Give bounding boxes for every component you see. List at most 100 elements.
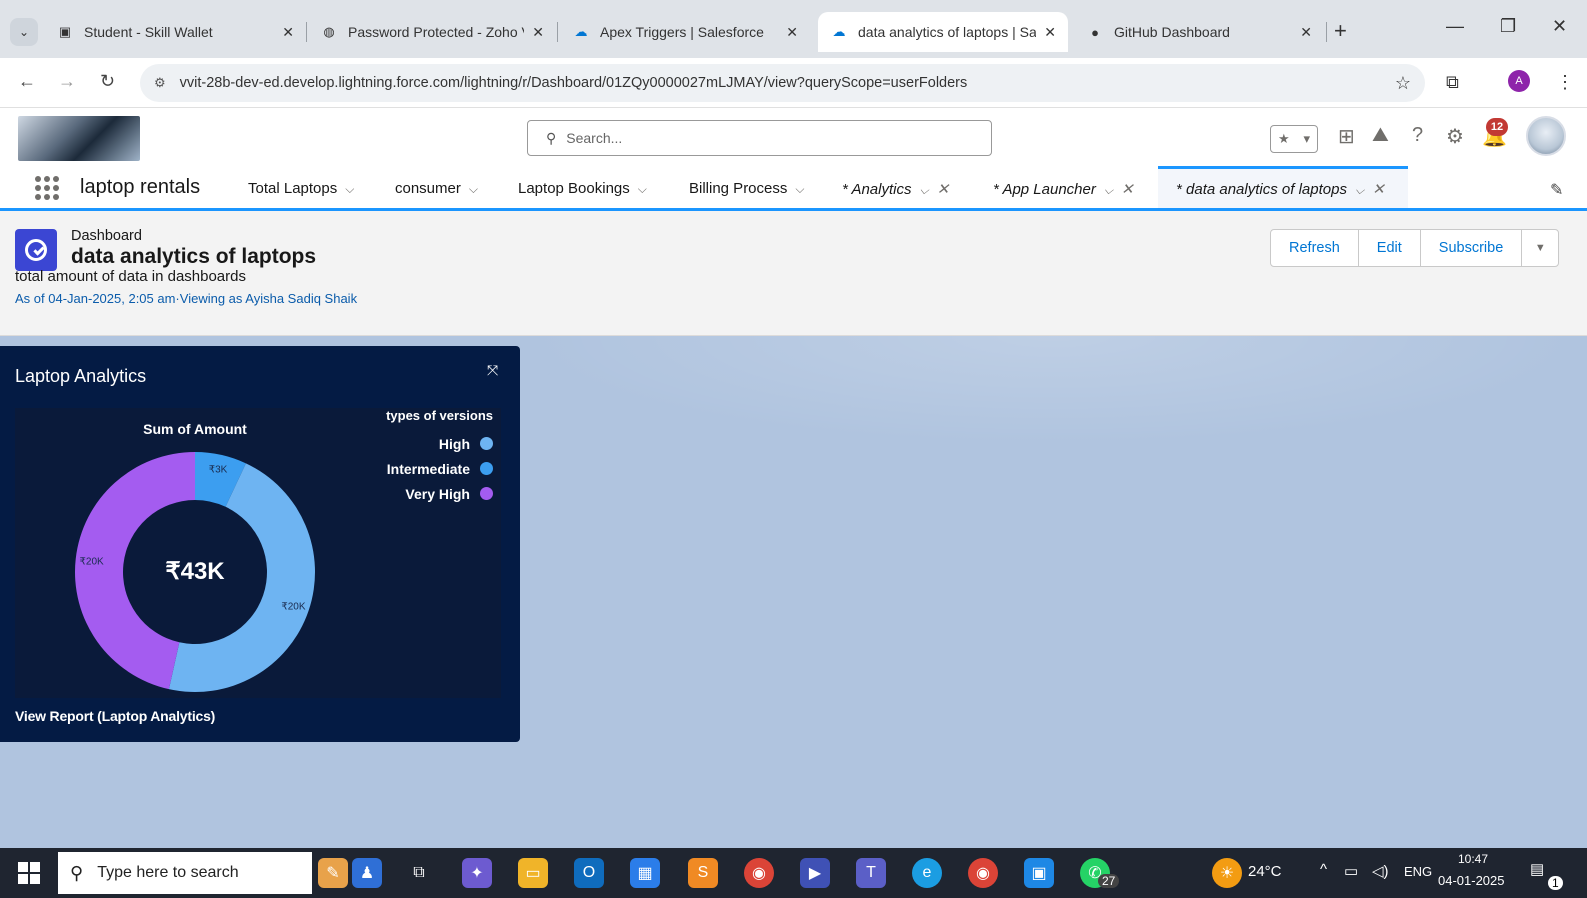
whatsapp-unread-badge: 27	[1098, 874, 1120, 888]
new-tab-plus-icon[interactable]: +	[1334, 18, 1347, 44]
browser-tab-zoho[interactable]: ◍ Password Protected - Zoho V ✕	[308, 12, 556, 52]
chevron-down-icon[interactable]: ⌵	[795, 182, 804, 196]
global-search-box[interactable]: ⚲ Search...	[527, 120, 992, 156]
volume-icon[interactable]: ◁)	[1372, 862, 1389, 880]
media-player-icon[interactable]: ▶	[800, 858, 830, 888]
more-actions-dropdown[interactable]: ▼	[1522, 230, 1558, 266]
nav-item-consumer[interactable]: consumer ⌵	[395, 180, 478, 197]
minimize-window-icon[interactable]: —	[1446, 16, 1464, 37]
dashboard-action-buttons: Refresh Edit Subscribe ▼	[1270, 229, 1560, 267]
org-logo[interactable]	[18, 116, 140, 161]
close-tab-icon[interactable]: ✕	[786, 24, 798, 41]
legend-item-intermediate[interactable]: Intermediate	[386, 456, 493, 481]
forward-arrow-icon[interactable]: →	[58, 71, 76, 92]
browser-tab-skill-wallet[interactable]: ▣ Student - Skill Wallet ✕	[44, 12, 306, 52]
close-tab-icon[interactable]: ✕	[1372, 181, 1385, 198]
chevron-down-icon: ⌄	[18, 25, 30, 39]
nav-item-analytics[interactable]: * Analytics ⌵ ✕	[842, 180, 949, 198]
favorites-star-icon[interactable]: ★	[1278, 131, 1290, 147]
app-navigation-bar: laptop rentals Total Laptops ⌵ consumer ⌵ …	[0, 166, 1587, 211]
chrome-icon[interactable]: ◉	[744, 858, 774, 888]
weather-temperature[interactable]: 24°C	[1248, 863, 1282, 880]
chart-legend: types of versions High Intermediate Very…	[386, 408, 493, 506]
edit-button[interactable]: Edit	[1359, 230, 1421, 266]
browser-tab-apex-triggers[interactable]: ☁ Apex Triggers | Salesforce ✕	[560, 12, 810, 52]
user-avatar[interactable]	[1526, 116, 1566, 156]
task-view-icon[interactable]: ⧉	[404, 858, 434, 888]
back-arrow-icon[interactable]: ←	[18, 71, 36, 92]
nav-item-data-analytics-of-laptops[interactable]: * data analytics of laptops ⌵ ✕	[1176, 180, 1385, 198]
taskbar-clock-time[interactable]: 10:47	[1458, 852, 1488, 866]
widget-art-icon[interactable]: ✎	[318, 858, 348, 888]
microsoft-store-icon[interactable]: ▦	[630, 858, 660, 888]
nav-item-billing-process[interactable]: Billing Process ⌵	[689, 180, 804, 197]
dashboard-kicker: Dashboard	[71, 228, 142, 244]
browser-tab-github[interactable]: ● GitHub Dashboard ✕	[1074, 12, 1324, 52]
chevron-down-icon[interactable]: ⌵	[345, 182, 354, 196]
windows-start-icon[interactable]	[18, 862, 40, 884]
nav-item-total-laptops[interactable]: Total Laptops ⌵	[248, 180, 354, 197]
close-tab-icon[interactable]: ✕	[1300, 24, 1312, 41]
network-icon[interactable]: ▭	[1344, 862, 1358, 880]
browser-menu-icon[interactable]: ⋮	[1556, 72, 1574, 93]
help-question-icon[interactable]: ?	[1412, 124, 1423, 147]
app-name: laptop rentals	[80, 176, 201, 198]
close-tab-icon[interactable]: ✕	[937, 181, 950, 198]
legend-item-high[interactable]: High	[386, 431, 493, 456]
donut-center-total: ₹43K	[165, 558, 225, 585]
sublime-text-icon[interactable]: S	[688, 858, 718, 888]
teams-icon[interactable]: T	[856, 858, 886, 888]
bookmark-star-icon[interactable]: ☆	[1395, 73, 1411, 94]
screen-app-icon[interactable]: ▣	[1024, 858, 1054, 888]
copilot-figure-icon[interactable]: ♟	[352, 858, 382, 888]
nav-item-app-launcher[interactable]: * App Launcher ⌵ ✕	[993, 180, 1134, 198]
chevron-down-icon[interactable]: ⌵	[469, 182, 478, 196]
chevron-down-icon[interactable]: ⌵	[638, 182, 647, 196]
browser-tab-data-analytics[interactable]: ☁ data analytics of laptops | Sa ✕	[818, 12, 1068, 52]
chevron-down-icon[interactable]: ⌵	[1355, 183, 1364, 197]
file-explorer-icon[interactable]: ▭	[518, 858, 548, 888]
view-report-link[interactable]: View Report (Laptop Analytics)	[15, 708, 215, 724]
close-tab-icon[interactable]: ✕	[282, 24, 294, 41]
notification-center-icon[interactable]: ▤	[1530, 860, 1544, 878]
app-launcher-waffle-icon[interactable]	[35, 176, 59, 200]
show-hidden-icons-chevron-icon[interactable]: ^	[1320, 861, 1327, 878]
browser-profile-avatar[interactable]: A	[1508, 70, 1530, 92]
dashboard-canvas: Laptop Analytics ⤧ Sum of Amount ₹43K ₹3…	[0, 336, 1587, 848]
expand-widget-icon[interactable]: ⤧	[487, 362, 498, 379]
edit-nav-pencil-icon[interactable]: ✎	[1550, 180, 1563, 200]
chevron-down-icon[interactable]: ⌵	[1104, 183, 1113, 197]
taskbar-clock-date[interactable]: 04-01-2025	[1438, 873, 1505, 888]
taskbar-search-box[interactable]: ⚲ Type here to search	[58, 852, 312, 894]
edge-icon[interactable]: e	[912, 858, 942, 888]
favorites-dropdown-icon[interactable]: ▾	[1304, 131, 1311, 147]
address-bar[interactable]: ⚙ vvit-28b-dev-ed.develop.lightning.forc…	[140, 64, 1425, 102]
extensions-puzzle-icon[interactable]: ⧉	[1446, 72, 1459, 93]
chrome-profile-icon[interactable]: ◉	[968, 858, 998, 888]
close-tab-icon[interactable]: ✕	[532, 24, 544, 41]
skillwallet-icon: ▣	[58, 24, 72, 39]
copilot-icon[interactable]: ✦	[462, 858, 492, 888]
dashboard-refresh-meta[interactable]: As of 04-Jan-2025, 2:05 am·Viewing as Ay…	[15, 291, 357, 306]
setup-gear-icon[interactable]: ⚙	[1446, 124, 1464, 149]
close-tab-icon[interactable]: ✕	[1044, 24, 1056, 41]
close-window-icon[interactable]: ✕	[1552, 16, 1567, 37]
close-tab-icon[interactable]: ✕	[1121, 181, 1134, 198]
subscribe-button[interactable]: Subscribe	[1421, 230, 1523, 266]
legend-item-very-high[interactable]: Very High	[386, 481, 493, 506]
site-settings-icon[interactable]: ⚙	[154, 75, 166, 91]
global-actions-plus-icon[interactable]: ⊞	[1338, 124, 1355, 149]
restore-window-icon[interactable]: ❐	[1500, 16, 1516, 37]
salesforce-cloud-icon: ☁	[832, 24, 846, 39]
reload-icon[interactable]: ↻	[100, 71, 115, 92]
tab-search-button[interactable]: ⌄	[10, 18, 38, 46]
weather-sun-icon[interactable]: ☀	[1212, 858, 1242, 888]
input-language[interactable]: ENG	[1404, 864, 1432, 879]
chevron-down-icon[interactable]: ⌵	[919, 183, 928, 197]
trailhead-guidance-icon[interactable]: ⛰	[1372, 124, 1389, 147]
donut-chart[interactable]: Sum of Amount ₹43K ₹3K ₹20K ₹20K types of …	[15, 408, 501, 698]
outlook-icon[interactable]: O	[574, 858, 604, 888]
favorites-button-group[interactable]: ★ ▾	[1270, 125, 1318, 153]
refresh-button[interactable]: Refresh	[1271, 230, 1359, 266]
nav-item-laptop-bookings[interactable]: Laptop Bookings ⌵	[518, 180, 647, 197]
